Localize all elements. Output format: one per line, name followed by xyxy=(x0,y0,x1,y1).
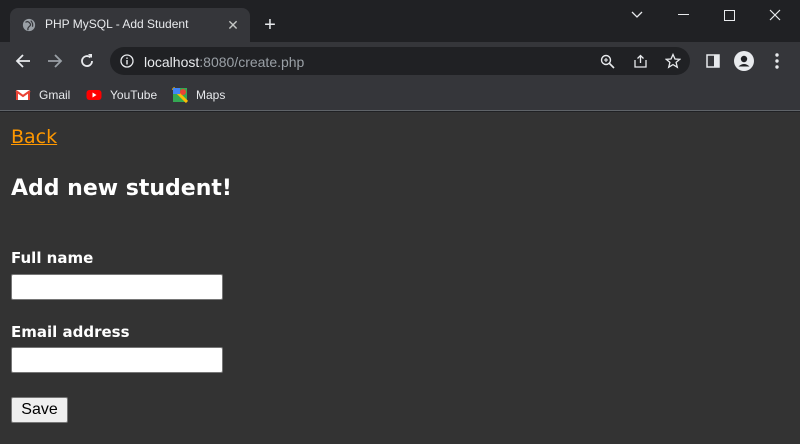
maximize-icon xyxy=(723,9,735,21)
globe-icon xyxy=(22,18,36,32)
maps-icon xyxy=(172,87,188,103)
browser-toolbar: localhost:8080/create.php xyxy=(0,42,800,80)
close-icon[interactable]: ✕ xyxy=(226,18,240,32)
full-name-input[interactable] xyxy=(11,274,223,300)
bookmark-label: Maps xyxy=(196,88,226,102)
tab-search-button[interactable] xyxy=(614,0,660,30)
back-button[interactable] xyxy=(13,51,33,71)
page-content: Back Add new student! Full name Email ad… xyxy=(0,112,800,444)
full-name-label: Full name xyxy=(11,249,94,267)
close-icon xyxy=(769,9,781,21)
zoom-icon[interactable] xyxy=(600,54,615,69)
tab-title: PHP MySQL - Add Student xyxy=(45,17,189,31)
bookmark-label: YouTube xyxy=(110,88,158,102)
bookmarks-bar: Gmail YouTube Maps xyxy=(0,80,800,111)
bookmark-maps[interactable]: Maps xyxy=(172,86,225,104)
bookmark-gmail[interactable]: Gmail xyxy=(15,86,70,104)
star-icon[interactable] xyxy=(665,53,681,69)
url-text: localhost:8080/create.php xyxy=(144,54,304,70)
reload-button[interactable] xyxy=(77,51,97,71)
profile-button[interactable] xyxy=(734,51,754,71)
address-bar[interactable]: localhost:8080/create.php xyxy=(110,47,690,75)
bookmark-label: Gmail xyxy=(39,88,71,102)
minimize-button[interactable] xyxy=(660,0,706,30)
info-icon[interactable] xyxy=(120,54,134,68)
browser-tab[interactable]: PHP MySQL - Add Student ✕ xyxy=(10,8,250,42)
more-vertical-icon xyxy=(775,53,779,69)
new-tab-button[interactable]: + xyxy=(261,15,279,35)
menu-button[interactable] xyxy=(767,51,787,71)
close-window-button[interactable] xyxy=(752,0,798,30)
chevron-down-icon xyxy=(631,11,643,18)
maximize-button[interactable] xyxy=(706,0,752,30)
side-panel-button[interactable] xyxy=(703,51,723,71)
url-host: localhost xyxy=(144,54,200,70)
tab-strip: PHP MySQL - Add Student ✕ + xyxy=(0,0,800,42)
email-label: Email address xyxy=(11,323,130,341)
arrow-left-icon xyxy=(15,54,30,68)
forward-button[interactable] xyxy=(45,51,65,71)
share-icon[interactable] xyxy=(633,54,648,69)
save-button[interactable]: Save xyxy=(11,397,68,423)
side-panel-icon xyxy=(706,54,720,68)
arrow-right-icon xyxy=(48,54,63,68)
bookmark-youtube[interactable]: YouTube xyxy=(86,86,157,104)
avatar-icon xyxy=(734,51,754,71)
youtube-icon xyxy=(86,90,102,100)
reload-icon xyxy=(81,54,93,67)
back-link[interactable]: Back xyxy=(11,126,57,148)
minimize-icon xyxy=(677,14,689,15)
email-input[interactable] xyxy=(11,347,223,373)
gmail-icon xyxy=(15,90,31,100)
page-title: Add new student! xyxy=(11,176,232,201)
url-path: :8080/create.php xyxy=(199,54,305,70)
